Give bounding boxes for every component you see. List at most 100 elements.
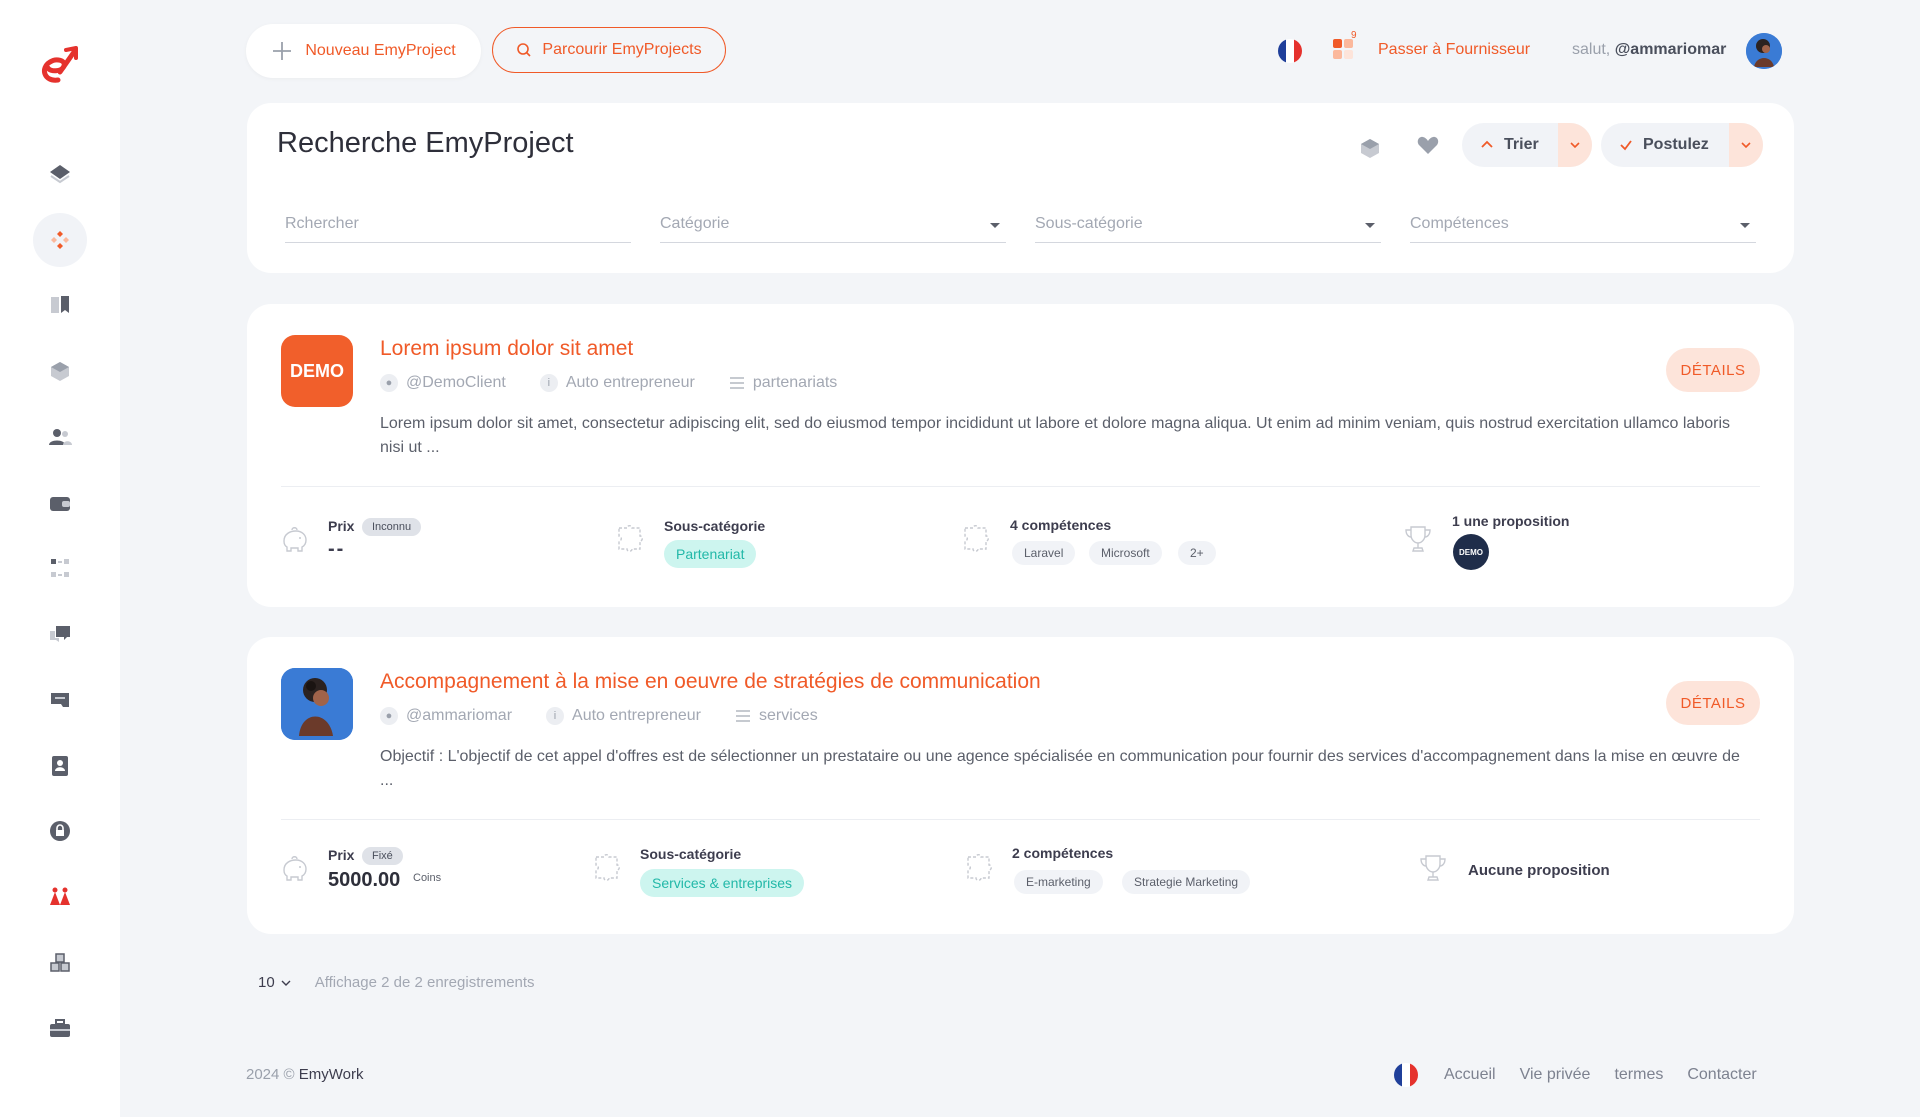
proposal-avatar[interactable]: DEMO bbox=[1453, 534, 1489, 570]
greeting-text: salut, bbox=[1572, 41, 1611, 58]
details-button[interactable]: DÉTAILS bbox=[1666, 681, 1760, 725]
subcategory-placeholder: Sous-catégorie bbox=[1035, 215, 1143, 232]
client-name[interactable]: @ammariomar bbox=[406, 707, 512, 725]
project-description: Lorem ipsum dolor sit amet, consectetur … bbox=[380, 415, 1731, 456]
briefcase-icon bbox=[50, 1019, 70, 1037]
subcategory-select[interactable]: Sous-catégorie bbox=[1035, 207, 1381, 243]
dropdown-arrow-icon bbox=[1740, 223, 1750, 228]
search-panel: Recherche EmyProject Trier Postulez Rche… bbox=[247, 103, 1794, 273]
copyright-text: 2024 © bbox=[246, 1066, 295, 1083]
browse-projects-button[interactable]: Parcourir EmyProjects bbox=[492, 27, 726, 73]
details-button[interactable]: DÉTAILS bbox=[1666, 348, 1760, 392]
inbox-icon bbox=[51, 693, 69, 707]
apply-dropdown[interactable]: Postulez bbox=[1601, 123, 1763, 167]
client-meta: ● @DemoClient bbox=[380, 374, 506, 392]
footer-link-home[interactable]: Accueil bbox=[1444, 1066, 1496, 1084]
skill-tag: Microsoft bbox=[1089, 541, 1162, 565]
apply-button[interactable]: Postulez bbox=[1601, 123, 1729, 167]
apply-caret[interactable] bbox=[1729, 123, 1763, 167]
category-select[interactable]: Catégorie bbox=[660, 207, 1006, 243]
sidebar-item-cube[interactable] bbox=[33, 344, 87, 398]
trophy-icon bbox=[1405, 526, 1431, 552]
divider bbox=[281, 486, 1760, 487]
skills-count-label: 2 compétences bbox=[1012, 845, 1114, 861]
notification-count: 9 bbox=[1351, 30, 1357, 41]
footer-brand[interactable]: EmyWork bbox=[299, 1066, 364, 1083]
user-icon: ● bbox=[380, 374, 398, 392]
apps-notification-icon[interactable] bbox=[1332, 38, 1354, 60]
sidebar-item-book[interactable] bbox=[33, 278, 87, 332]
info-icon: i bbox=[539, 374, 558, 392]
chevron-down-icon bbox=[1741, 142, 1751, 149]
subcategory-tag: Partenariat bbox=[664, 540, 757, 568]
footer-link-contact[interactable]: Contacter bbox=[1687, 1066, 1756, 1084]
search-input[interactable]: Rchercher bbox=[285, 207, 631, 243]
sidebar-item-wallet[interactable] bbox=[33, 476, 87, 530]
emywork-logo[interactable] bbox=[36, 42, 84, 88]
contact-icon bbox=[52, 756, 68, 776]
chevron-down-icon bbox=[1570, 142, 1580, 149]
sidebar-item-briefcase[interactable] bbox=[33, 1002, 87, 1056]
subcategory-tag: Services & entreprises bbox=[640, 869, 805, 897]
sidebar-item-layers[interactable] bbox=[33, 147, 87, 201]
skills-select[interactable]: Compétences bbox=[1410, 207, 1756, 243]
page-size-value: 10 bbox=[258, 974, 275, 991]
pagination-info: Affichage 2 de 2 enregistrements bbox=[314, 974, 535, 991]
footer-link-privacy[interactable]: Vie privée bbox=[1520, 1066, 1591, 1084]
user-avatar[interactable] bbox=[1746, 33, 1782, 69]
view-toggle-button[interactable] bbox=[1355, 133, 1385, 163]
price-value: -- bbox=[328, 538, 346, 560]
sort-button[interactable]: Trier bbox=[1462, 123, 1558, 167]
language-flag-fr[interactable] bbox=[1278, 39, 1302, 63]
skill-tag: E-marketing bbox=[1014, 870, 1103, 894]
username: @ammariomar bbox=[1614, 41, 1727, 58]
apply-label: Postulez bbox=[1643, 136, 1709, 153]
skills-placeholder: Compétences bbox=[1410, 215, 1509, 232]
pagination: 10 Affichage 2 de 2 enregistrements bbox=[258, 974, 535, 991]
sidebar-item-grid[interactable] bbox=[33, 541, 87, 595]
trophy-icon bbox=[1420, 855, 1446, 881]
sidebar-item-users[interactable] bbox=[33, 410, 87, 464]
wallet-icon bbox=[50, 497, 70, 511]
switch-to-provider-link[interactable]: Passer à Fournisseur bbox=[1378, 41, 1530, 59]
sidebar-item-lock[interactable] bbox=[33, 804, 87, 858]
divider bbox=[281, 819, 1760, 820]
category-meta: partenariats bbox=[729, 374, 837, 392]
sidebar-item-boxes[interactable] bbox=[33, 936, 87, 990]
search-placeholder: Rchercher bbox=[285, 215, 359, 232]
footer-link-terms[interactable]: termes bbox=[1614, 1066, 1663, 1084]
page-size-select[interactable]: 10 bbox=[258, 974, 291, 991]
sidebar-item-community[interactable] bbox=[33, 870, 87, 924]
proposals-label: Aucune proposition bbox=[1468, 862, 1610, 879]
project-logo-text: DEMO bbox=[290, 360, 344, 381]
user-greeting[interactable]: salut, @ammariomar bbox=[1572, 41, 1726, 59]
client-avatar-image-icon bbox=[281, 668, 353, 740]
sidebar-item-inbox[interactable] bbox=[33, 673, 87, 727]
client-name[interactable]: @DemoClient bbox=[406, 374, 506, 392]
sidebar-item-apps[interactable] bbox=[33, 213, 87, 267]
project-meta: ● @ammariomar i Auto entrepreneur servic… bbox=[380, 707, 818, 725]
favorites-button[interactable] bbox=[1413, 130, 1443, 160]
subcategory-label: Sous-catégorie bbox=[664, 518, 766, 534]
users-icon bbox=[49, 429, 72, 445]
category-name: services bbox=[759, 707, 818, 724]
project-title[interactable]: Accompagnement à la mise en oeuvre de st… bbox=[380, 670, 1041, 694]
sidebar-item-chat[interactable] bbox=[33, 607, 87, 661]
book-icon bbox=[51, 296, 69, 313]
project-card: Accompagnement à la mise en oeuvre de st… bbox=[247, 637, 1794, 934]
client-type-meta: i Auto entrepreneur bbox=[539, 374, 695, 392]
avatar-image-icon bbox=[1746, 33, 1782, 69]
footer-links: Accueil Vie privée termes Contacter bbox=[1444, 1066, 1757, 1084]
sort-caret[interactable] bbox=[1558, 123, 1592, 167]
footer-language-flag-fr[interactable] bbox=[1394, 1063, 1418, 1087]
new-project-button[interactable]: Nouveau EmyProject bbox=[246, 24, 481, 78]
sidebar-item-contact[interactable] bbox=[33, 739, 87, 793]
category-meta: services bbox=[735, 707, 818, 725]
sort-dropdown[interactable]: Trier bbox=[1462, 123, 1592, 167]
dropdown-arrow-icon bbox=[1365, 223, 1375, 228]
client-type: Auto entrepreneur bbox=[572, 707, 702, 724]
price-type-badge: Fixé bbox=[362, 847, 403, 865]
project-description: Objectif : L'objectif de cet appel d'off… bbox=[380, 748, 1740, 789]
skill-tag-more[interactable]: 2+ bbox=[1178, 541, 1216, 565]
project-title[interactable]: Lorem ipsum dolor sit amet bbox=[380, 337, 633, 361]
